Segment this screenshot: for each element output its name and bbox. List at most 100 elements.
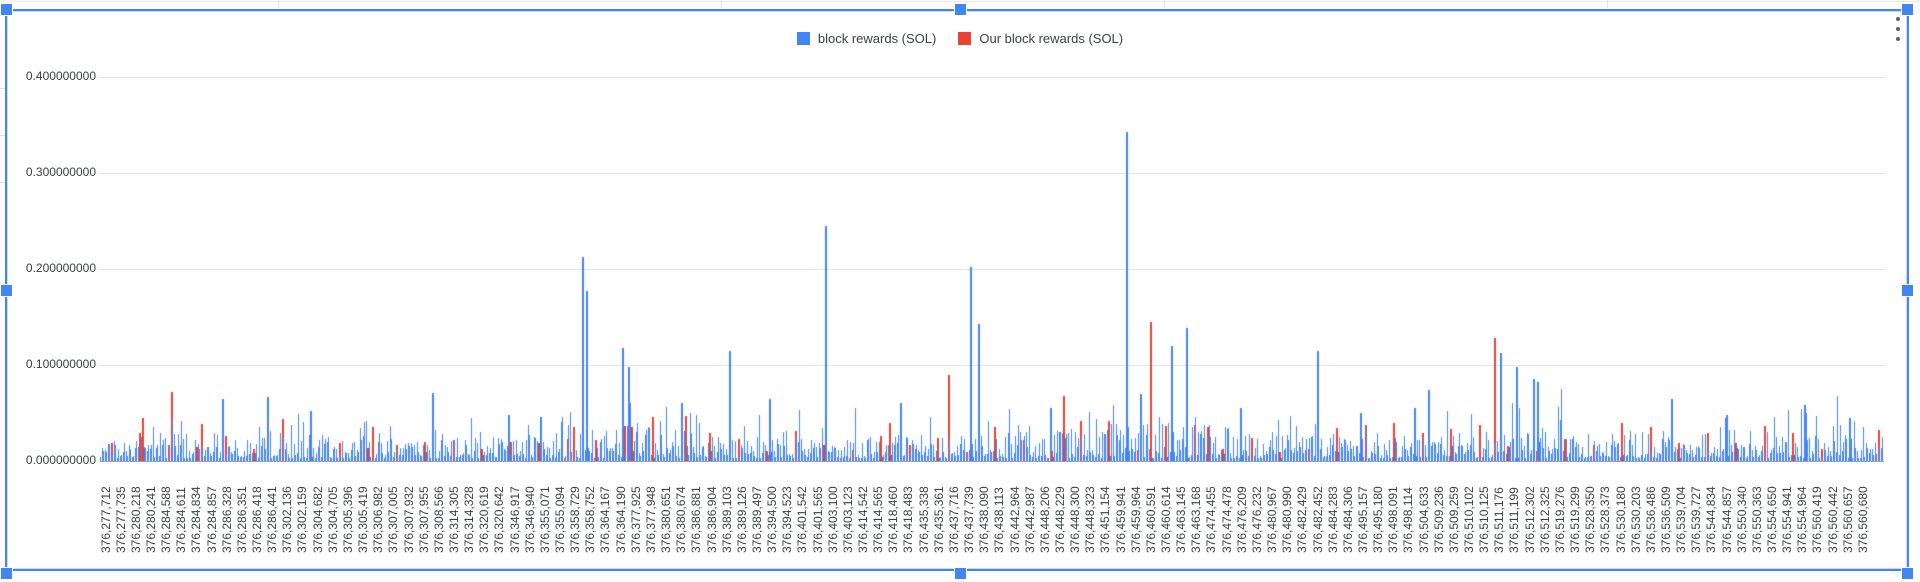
x-axis-tick-label: 376,498,114 (1401, 487, 1416, 553)
x-axis-tick-label: 376,512,302 (1522, 486, 1537, 553)
x-axis-tick-label: 376,482,452 (1310, 486, 1325, 553)
x-axis-baseline (100, 461, 1884, 462)
x-axis-tick-label: 376,536,486 (1643, 486, 1658, 553)
x-axis-tick-label: 376,364,167 (598, 486, 613, 553)
chart-legend: block rewards (SOL) Our block rewards (S… (0, 31, 1920, 46)
chart-options-kebab-icon[interactable] (1891, 16, 1905, 42)
x-axis-tick-label: 376,418,460 (886, 486, 901, 553)
x-axis-tick-label: 376,536,509 (1658, 486, 1673, 553)
bars-plot (100, 47, 1884, 461)
x-axis-tick-label: 376,277,712 (98, 486, 113, 553)
x-axis-tick-label: 376,284,611 (174, 487, 189, 553)
x-axis-tick-label: 376,401,565 (810, 486, 825, 553)
y-axis-tick-label: 0.100000000 (25, 357, 96, 371)
x-axis-tick-label: 376,304,705 (325, 486, 340, 553)
x-axis-tick-label: 376,463,168 (1189, 486, 1204, 553)
x-axis-tick-label: 376,280,218 (128, 486, 143, 553)
x-axis-tick-label: 376,305,419 (356, 486, 371, 553)
x-axis-tick-label: 376,550,340 (1734, 486, 1749, 553)
x-axis-tick-label: 376,346,917 (507, 486, 522, 553)
x-axis-tick-label: 376,307,005 (386, 486, 401, 553)
y-axis-tick-label: 0.000000000 (25, 453, 96, 467)
x-axis-tick-label: 376,377,925 (628, 486, 643, 553)
x-axis-tick-label: 376,442,987 (1022, 486, 1037, 553)
x-axis-tick-label: 376,302,136 (280, 486, 295, 553)
legend-swatch-red-icon (958, 32, 972, 45)
x-axis-tick-label: 376,544,857 (1719, 486, 1734, 553)
x-axis-tick-label: 376,448,206 (1037, 486, 1052, 553)
x-axis-tick-label: 376,358,752 (583, 486, 598, 553)
x-axis-tick-label: 376,509,236 (1431, 486, 1446, 553)
x-axis-tick-label: 376,560,680 (1855, 486, 1870, 553)
selection-handle-bottom-right[interactable] (1901, 567, 1914, 580)
x-axis-tick-label: 376,302,159 (295, 486, 310, 553)
x-axis-tick-label: 376,528,373 (1598, 486, 1613, 553)
x-axis-tick-label: 376,386,881 (689, 486, 704, 553)
x-axis-tick-label: 376,554,964 (1795, 486, 1810, 553)
selection-handle-bottom-center[interactable] (954, 567, 967, 580)
x-axis-tick-label: 376,286,441 (265, 486, 280, 553)
x-axis-tick-label: 376,442,964 (1007, 486, 1022, 553)
x-axis-tick-label: 376,437,739 (962, 486, 977, 553)
sheet-gridline (1164, 0, 1165, 8)
y-axis-tick-label: 0.300000000 (25, 165, 96, 179)
x-axis-tick-label: 376,394,500 (765, 486, 780, 553)
selection-handle-middle-right[interactable] (1901, 284, 1914, 297)
y-axis: 0.000000000 0.100000000 0.200000000 0.30000… (0, 0, 96, 582)
x-axis-tick-label: 376,314,328 (462, 486, 477, 553)
x-axis-tick-label: 376,394,523 (780, 486, 795, 553)
x-axis-tick-label: 376,389,103 (719, 486, 734, 553)
x-axis-tick-label: 376,364,190 (613, 486, 628, 553)
y-axis-tick-label: 0.200000000 (25, 261, 96, 275)
x-axis-tick-label: 376,314,305 (446, 486, 461, 553)
x-axis-tick-label: 376,389,497 (749, 486, 764, 553)
spreadsheet-canvas: block rewards (SOL) Our block rewards (S… (0, 0, 1920, 582)
x-axis-tick-label: 376,519,299 (1568, 486, 1583, 553)
x-axis-tick-label: 376,448,323 (1083, 486, 1098, 553)
x-axis-tick-label: 376,403,123 (840, 486, 855, 553)
sheet-gridline (721, 0, 722, 8)
x-axis-tick-label: 376,560,419 (1810, 486, 1825, 553)
x-axis-tick-label: 376,448,300 (1068, 486, 1083, 553)
selection-handle-top-right[interactable] (1901, 3, 1914, 16)
x-axis-tick-label: 376,459,941 (1113, 486, 1128, 553)
x-axis-tick-label: 376,474,478 (1219, 486, 1234, 553)
x-axis-tick-label: 376,539,727 (1689, 486, 1704, 553)
x-axis-tick-label: 376,495,157 (1355, 486, 1370, 553)
x-axis-tick-label: 376,377,948 (643, 486, 658, 553)
x-axis-tick-label: 376,355,094 (553, 486, 567, 553)
x-axis-tick-label: 376,380,674 (674, 486, 689, 553)
x-axis-tick-label: 376,498,091 (1386, 486, 1401, 553)
x-axis-tick-label: 376,438,113 (992, 487, 1007, 553)
x-axis-tick-label: 376,304,682 (310, 486, 325, 553)
x-axis-tick-label: 376,512,325 (1537, 486, 1552, 553)
x-axis-tick-label: 376,510,125 (1477, 486, 1492, 553)
x-axis-tick-label: 376,451,154 (1098, 486, 1113, 553)
x-axis-tick-label: 376,530,203 (1628, 486, 1643, 553)
x-axis-tick-label: 376,386,904 (704, 486, 719, 553)
x-axis-tick-label: 376,346,940 (522, 486, 537, 553)
x-axis-tick-label: 376,550,363 (1749, 486, 1764, 553)
legend-item-our-block-rewards[interactable]: Our block rewards (SOL) (958, 31, 1123, 46)
x-axis-tick-label: 376,460,614 (1159, 486, 1173, 553)
x-axis-tick-label: 376,286,328 (219, 486, 234, 553)
x-axis-tick-label: 376,480,990 (1280, 486, 1295, 553)
legend-item-block-rewards[interactable]: block rewards (SOL) (796, 31, 937, 46)
kebab-dot (1896, 37, 1900, 41)
selection-handle-top-center[interactable] (954, 3, 967, 16)
x-axis-tick-label: 376,418,483 (901, 486, 916, 553)
x-axis-tick-label: 376,414,542 (856, 486, 870, 553)
x-axis-tick-label: 376,280,241 (143, 486, 158, 553)
x-axis-tick-label: 376,308,566 (431, 486, 446, 553)
kebab-dot (1896, 27, 1900, 31)
legend-label-block-rewards: block rewards (SOL) (817, 31, 937, 46)
x-axis-tick-label: 376,528,350 (1583, 486, 1598, 553)
x-axis-tick-label: 376,438,090 (977, 486, 992, 553)
x-axis-tick-label: 376,539,704 (1674, 486, 1689, 553)
x-axis-tick-label: 376,448,229 (1052, 486, 1067, 553)
x-axis-tick-label: 376,511,199 (1507, 487, 1522, 553)
x-axis-tick-label: 376,484,306 (1340, 486, 1355, 553)
x-axis-tick-label: 376,554,650 (1765, 486, 1779, 553)
x-axis-tick-label: 376,460,591 (1143, 486, 1158, 553)
x-axis-tick-label: 376,435,338 (916, 486, 931, 553)
